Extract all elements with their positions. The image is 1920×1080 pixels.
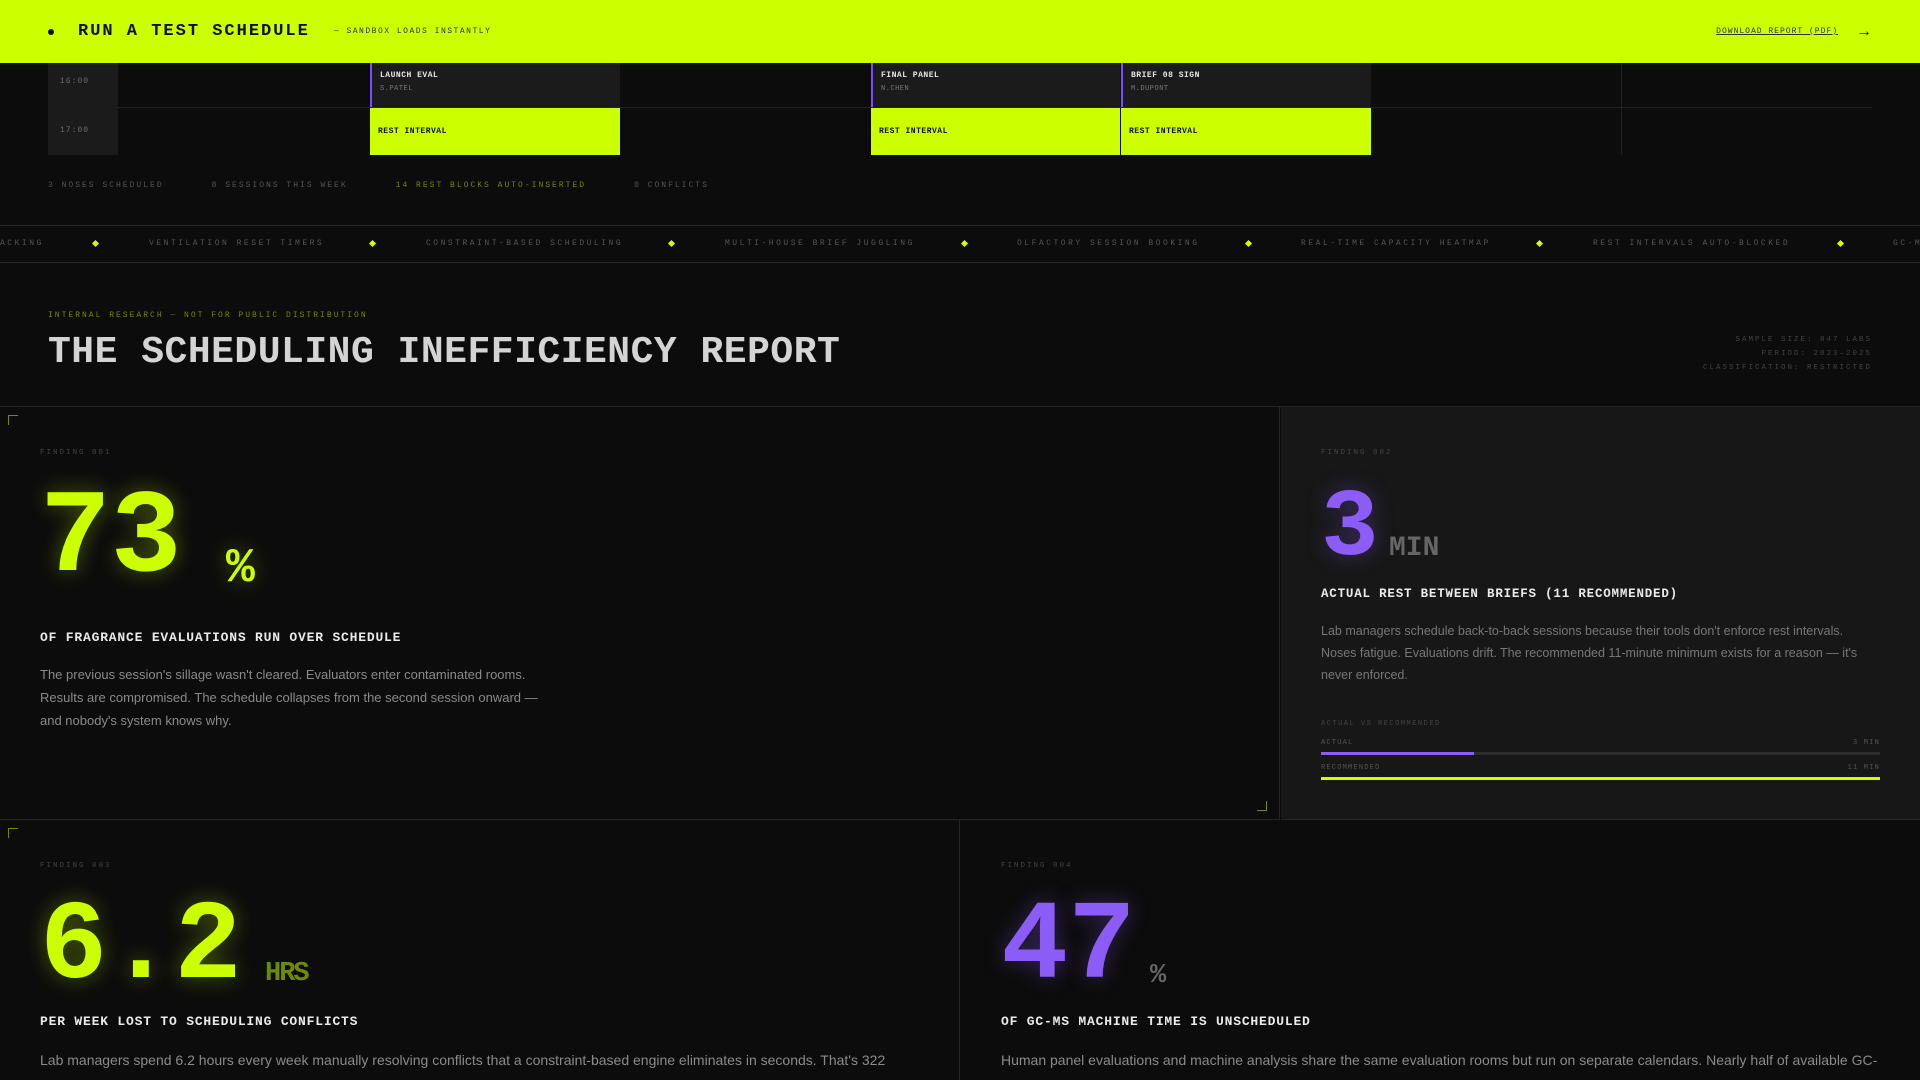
recommended-label: RECOMMENDED [1321, 764, 1381, 772]
stat-sessions: 8 SESSIONS THIS WEEK [211, 181, 348, 190]
stat-rest-blocks: 14 REST BLOCKS AUTO-INSERTED [395, 181, 587, 190]
top-banner: RUN A TEST SCHEDULE — SANDBOX LOADS INST… [0, 0, 1920, 63]
compare-label: ACTUAL VS RECOMMENDED [1321, 720, 1441, 728]
diamond-icon [960, 239, 969, 248]
stat-conflicts: 0 CONFLICTS [634, 181, 709, 190]
meta-sample-size: SAMPLE SIZE: 847 LABS [1735, 336, 1872, 344]
body-line: Lab managers spend 6.2 hours every week … [40, 1052, 886, 1068]
stat-noses: 3 NOSES SCHEDULED [48, 181, 164, 190]
recommended-bar [1321, 777, 1880, 780]
body-line: never enforced. [1321, 668, 1408, 682]
recommended-bar-fill [1321, 777, 1880, 780]
report-header: INTERNAL RESEARCH — NOT FOR PUBLIC DISTR… [0, 263, 1920, 407]
recommended-value: 11 MIN [1847, 764, 1880, 772]
finding-body: Lab managers spend 6.2 hours every week … [40, 1049, 920, 1072]
ticker-item: VENTILATION RESET TIMERS [149, 239, 325, 248]
ticker-item: GC-M [1893, 239, 1920, 248]
report-meta: SAMPLE SIZE: 847 LABS PERIOD: 2023–2025 … [1703, 333, 1872, 375]
finding-headline: OF GC-MS MACHINE TIME IS UNSCHEDULED [1001, 1014, 1311, 1029]
report-eyebrow: INTERNAL RESEARCH — NOT FOR PUBLIC DISTR… [48, 311, 368, 320]
finding-label: FINDING 001 [40, 449, 112, 457]
actual-label: ACTUAL [1321, 739, 1354, 747]
feature-ticker: ACKING VENTILATION RESET TIMERS CONSTRAI… [0, 225, 1920, 263]
body-line: and nobody's system knows why. [40, 713, 232, 728]
report-title: THE SCHEDULING INEFFICIENCY REPORT [48, 331, 841, 374]
session-evaluator: S.PATEL [380, 85, 413, 93]
finding-card-004: FINDING 004 47 % OF GC-MS MACHINE TIME I… [961, 820, 1920, 1080]
ticker-item: REST INTERVALS AUTO-BLOCKED [1593, 239, 1791, 248]
finding-body: Human panel evaluations and machine anal… [1001, 1049, 1891, 1072]
banner-subtitle: — SANDBOX LOADS INSTANTLY [333, 27, 492, 36]
finding-unit: % [1150, 961, 1167, 991]
rest-interval-block[interactable]: REST INTERVAL [871, 108, 1120, 155]
finding-label: FINDING 004 [1001, 862, 1073, 870]
session-name: BRIEF 08 SIGN [1131, 71, 1200, 80]
rest-interval-label: REST INTERVAL [378, 127, 447, 136]
diamond-icon [1244, 239, 1253, 248]
session-evaluator: N.CHEN [881, 85, 910, 93]
ticker-item: OLFACTORY SESSION BOOKING [1017, 239, 1200, 248]
finding-card-001: FINDING 001 73 % OF FRAGRANCE EVALUATION… [0, 407, 1280, 820]
diamond-icon [1535, 239, 1544, 248]
schedule-grid: 16:00 17:00 LAUNCH EVAL S.PATEL FINAL PA… [0, 63, 1920, 226]
finding-body: The previous session's sillage wasn't cl… [40, 663, 680, 732]
actual-value: 3 MIN [1852, 739, 1880, 747]
diamond-icon [368, 239, 377, 248]
finding-unit: % [226, 542, 255, 596]
diamond-icon [91, 239, 100, 248]
meta-period: PERIOD: 2023–2025 [1761, 350, 1872, 358]
time-label: 16:00 [60, 77, 90, 86]
ticker-item: REAL-TIME CAPACITY HEATMAP [1301, 239, 1491, 248]
finding-number: 73 [40, 473, 182, 606]
schedule-stats: 3 NOSES SCHEDULED 8 SESSIONS THIS WEEK 1… [48, 181, 709, 190]
finding-number: 6.2 [40, 884, 242, 1011]
session-evaluator: M.DUPONT [1131, 85, 1169, 93]
banner-title: RUN A TEST SCHEDULE [78, 22, 310, 41]
finding-card-003: FINDING 003 6.2 HRS PER WEEK LOST TO SCH… [0, 820, 960, 1080]
diamond-icon [667, 239, 676, 248]
session-name: FINAL PANEL [881, 71, 940, 80]
finding-body: Lab managers schedule back-to-back sessi… [1321, 620, 1901, 686]
rest-interval-block[interactable]: REST INTERVAL [1121, 108, 1371, 155]
arrow-right-icon[interactable]: → [1856, 23, 1872, 41]
finding-label: FINDING 002 [1321, 449, 1393, 457]
rest-interval-label: REST INTERVAL [879, 127, 948, 136]
body-line: Noses fatigue. Evaluations drift. The re… [1321, 646, 1858, 660]
corner-mark [8, 415, 18, 425]
rest-interval-label: REST INTERVAL [1129, 127, 1198, 136]
body-line: The previous session's sillage wasn't cl… [40, 667, 526, 682]
finding-headline: OF FRAGRANCE EVALUATIONS RUN OVER SCHEDU… [40, 630, 402, 645]
corner-mark [1257, 801, 1267, 811]
corner-mark [8, 828, 18, 838]
time-label: 17:00 [60, 126, 90, 135]
download-report-link[interactable]: DOWNLOAD REPORT (PDF) [1716, 27, 1838, 36]
session-block-launch-eval[interactable]: LAUNCH EVAL S.PATEL [370, 63, 620, 107]
finding-label: FINDING 003 [40, 862, 112, 870]
finding-number: 3 [1321, 474, 1379, 583]
body-line: Human panel evaluations and machine anal… [1001, 1052, 1878, 1068]
finding-headline: PER WEEK LOST TO SCHEDULING CONFLICTS [40, 1014, 359, 1029]
finding-card-002: FINDING 002 3 MIN ACTUAL REST BETWEEN BR… [1281, 407, 1920, 820]
session-block-brief-sign[interactable]: BRIEF 08 SIGN M.DUPONT [1121, 63, 1371, 107]
session-block-final-panel[interactable]: FINAL PANEL N.CHEN [871, 63, 1120, 107]
diamond-icon [1836, 239, 1845, 248]
meta-classification: CLASSIFICATION: RESTRICTED [1702, 364, 1872, 372]
ticker-item: ACKING [0, 239, 44, 248]
finding-unit: MIN [1389, 533, 1440, 564]
finding-number: 47 [1001, 884, 1136, 1011]
rest-interval-block[interactable]: REST INTERVAL [370, 108, 620, 155]
actual-bar-fill [1321, 752, 1474, 755]
body-line: Results are compromised. The schedule co… [40, 690, 538, 705]
ticker-item: MULTI-HOUSE BRIEF JUGGLING [725, 239, 915, 248]
grid-column-divider [1621, 63, 1622, 155]
ticker-item: CONSTRAINT-BASED SCHEDULING [426, 239, 624, 248]
body-line: Lab managers schedule back-to-back sessi… [1321, 624, 1844, 638]
session-name: LAUNCH EVAL [380, 71, 439, 80]
finding-headline: ACTUAL REST BETWEEN BRIEFS (11 RECOMMEND… [1321, 587, 1678, 601]
actual-bar [1321, 752, 1880, 755]
finding-unit: HRS [265, 959, 310, 989]
bullet-dot-icon [48, 28, 54, 35]
